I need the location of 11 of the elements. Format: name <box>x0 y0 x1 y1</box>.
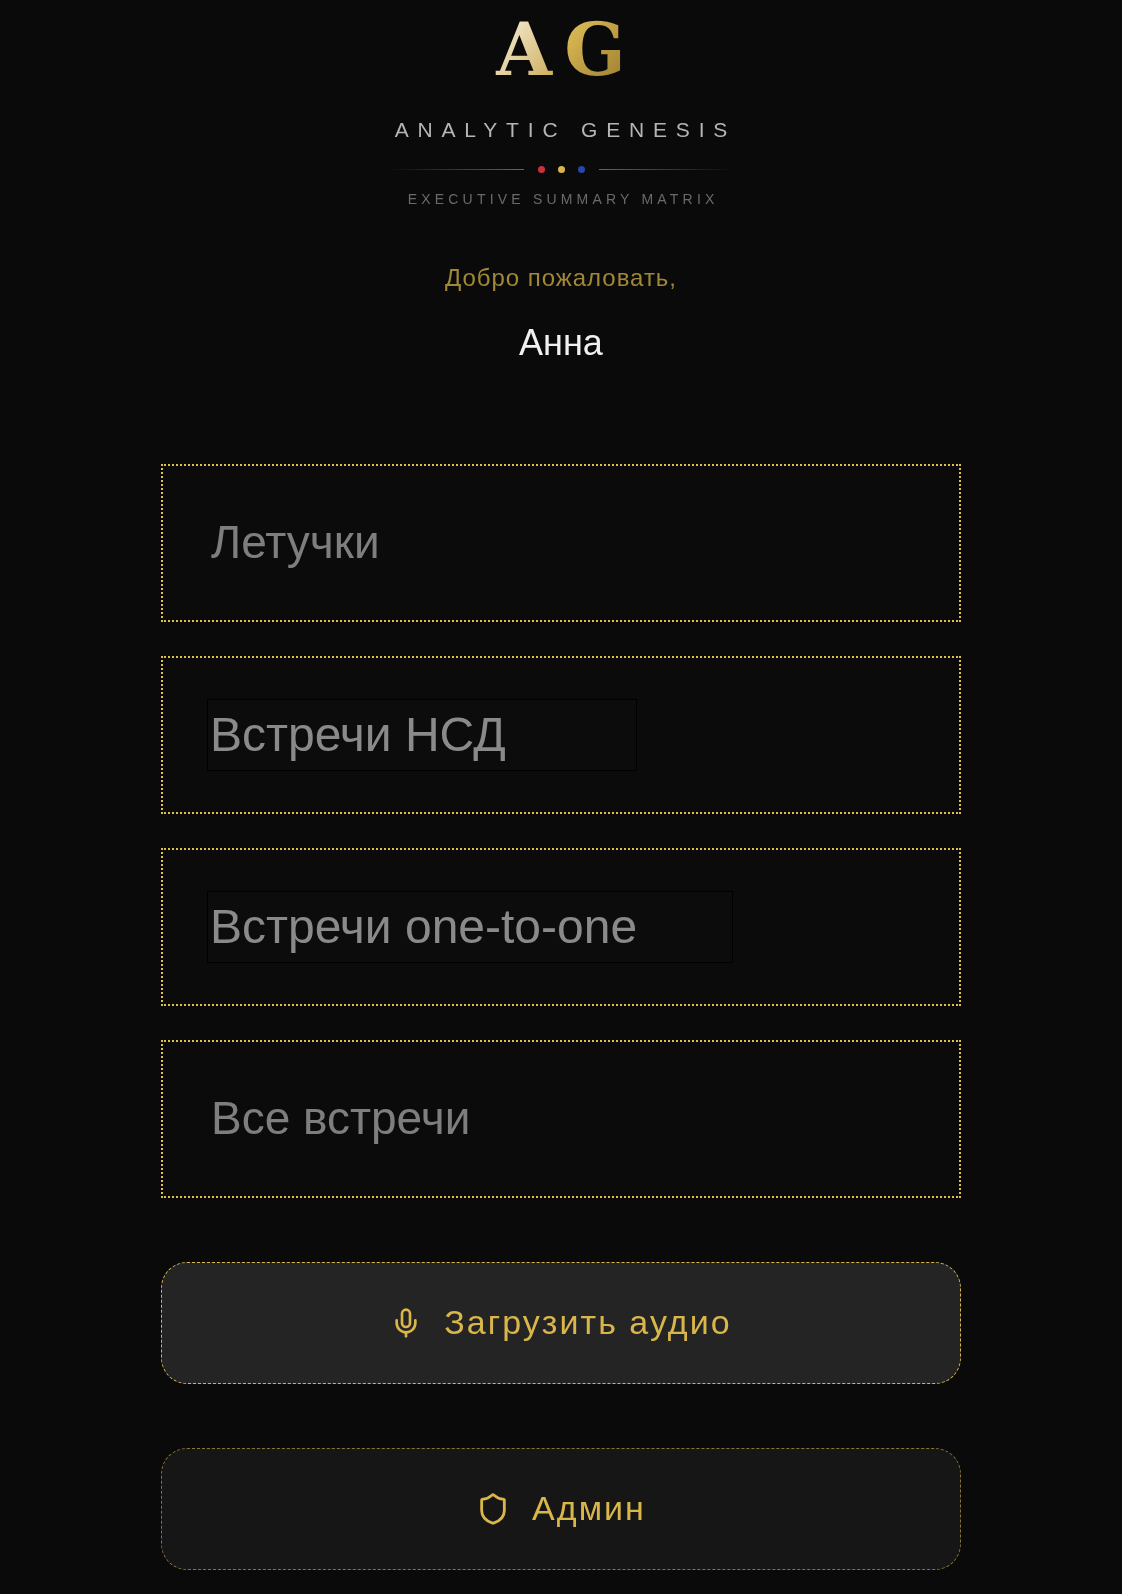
category-button[interactable]: Встречи one-to-one <box>161 847 961 1006</box>
upload-audio-button[interactable]: Загрузить аудио <box>161 1261 961 1384</box>
greeting: Добро пожаловать, <box>445 262 677 293</box>
admin-button[interactable]: Админ <box>161 1447 961 1570</box>
category-button[interactable]: Летучки <box>161 463 961 622</box>
user-name: Анна <box>519 320 603 365</box>
tagline: EXECUTIVE SUMMARY MATRIX <box>406 189 719 209</box>
logo: A G <box>494 12 628 88</box>
category-button[interactable]: Все встречи <box>161 1039 961 1198</box>
brand-name: ANALYTIC GENESIS <box>393 117 737 143</box>
category-button[interactable]: Встречи НСД <box>161 655 961 814</box>
